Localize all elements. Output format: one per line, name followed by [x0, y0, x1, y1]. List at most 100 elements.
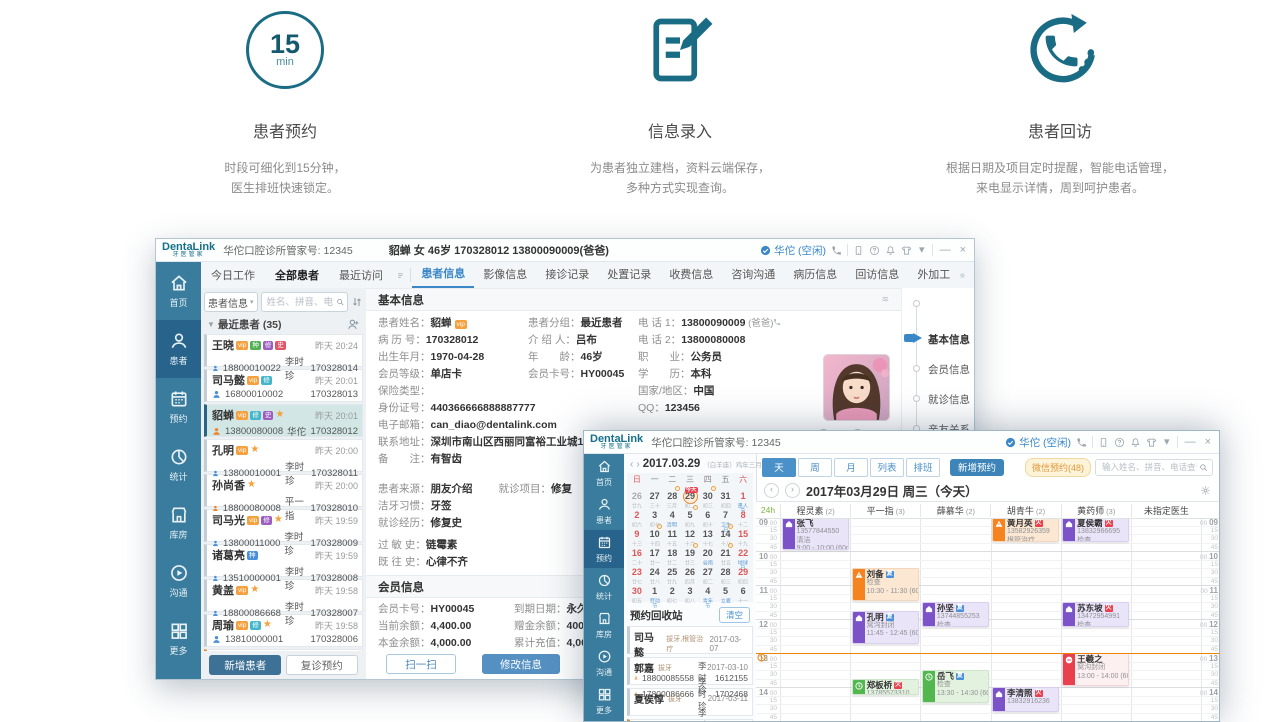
theme-shirt-icon[interactable] [901, 245, 912, 256]
dropdown-caret-icon[interactable]: ▾ [917, 245, 927, 256]
patient-search-input[interactable] [265, 296, 336, 309]
user-status[interactable]: 华佗 (空闲) [760, 243, 826, 258]
mini-calendar-day[interactable]: 16二十 [628, 543, 646, 562]
appointment-block[interactable]: 夏侯霸欠13832966695检查 [1062, 517, 1129, 542]
sidebar-item-chat[interactable]: 沟通 [156, 552, 201, 610]
wechat-appointment-badge[interactable]: 微信预约(48) [1025, 458, 1091, 477]
mini-calendar-day[interactable]: 28初三 [717, 562, 735, 581]
view-button-4[interactable]: 排班 [906, 458, 940, 477]
patient-list-item[interactable]: 王晓vip种修史昨天 20:2418800010022李时珍170328014 [204, 334, 363, 367]
calendar-search-input[interactable] [1100, 461, 1199, 473]
sidebar-item-user[interactable]: 患者 [156, 320, 201, 378]
doctor-column-header[interactable]: 未指定医生 [1131, 504, 1201, 517]
patient-tab-2[interactable]: 接诊记录 [536, 263, 598, 287]
patient-tab-0[interactable]: 患者信息 [412, 262, 474, 288]
menu-icon[interactable] [397, 270, 404, 281]
patient-tab-8[interactable]: 外加工 [908, 263, 959, 287]
search-icon[interactable] [336, 297, 344, 307]
appointment-block[interactable]: 孙坚复13744855253检查 [922, 602, 989, 627]
mini-calendar-day[interactable]: 24廿八 [646, 562, 664, 581]
mini-calendar-day[interactable]: 15十九 [734, 524, 752, 543]
sidebar-item-chat[interactable]: 沟通 [584, 644, 624, 682]
patient-tab-4[interactable]: 收费信息 [660, 263, 722, 287]
mini-calendar-day[interactable]: 21廿五 [717, 543, 735, 562]
revisit-appointment-button[interactable]: 复诊预约 [286, 655, 358, 675]
nav-tab-1[interactable]: 全部患者 [265, 267, 329, 283]
search-icon[interactable] [1199, 463, 1208, 472]
phone-icon[interactable] [831, 245, 842, 256]
view-button-2[interactable]: 月 [834, 458, 868, 477]
patient-list-item[interactable]: 黄盖vip★昨天 19:5818800086668李时珍170328007 [204, 579, 363, 612]
recycle-item[interactable]: 司马懿拔牙,根管治疗2017-03-0718800085558李时珍161215… [627, 626, 753, 654]
help-icon[interactable] [869, 245, 880, 256]
mini-calendar-day[interactable]: 3初八 [681, 581, 699, 600]
sidebar-item-user[interactable]: 患者 [584, 492, 624, 530]
nav-tab-2[interactable]: 最近访问 [329, 267, 393, 283]
mini-calendar-day[interactable]: 25廿九 [663, 562, 681, 581]
search-filter-select[interactable]: 患者信息▾ [204, 292, 258, 312]
notification-bell-icon[interactable] [1130, 437, 1141, 448]
appointment-block[interactable]: 王羲之窝沟封闭13:00 - 14:00 (60m) [1062, 653, 1129, 686]
patient-list-item[interactable]: 司马懿vip修昨天 20:0116800010002170328013 [204, 369, 363, 402]
view-button-1[interactable]: 周 [798, 458, 832, 477]
mini-calendar-day[interactable]: 29今天初二 [681, 486, 699, 505]
sidebar-item-pie[interactable]: 统计 [584, 568, 624, 606]
close-button[interactable]: × [958, 245, 968, 256]
patient-tab-1[interactable]: 影像信息 [474, 263, 536, 287]
dropdown-caret-icon[interactable]: ▾ [1162, 437, 1172, 448]
minimize-button[interactable]: — [938, 245, 953, 256]
mini-calendar-day[interactable]: 27初二 [699, 562, 717, 581]
mini-calendar-day[interactable]: 22地球日 [734, 543, 752, 562]
patient-avatar[interactable] [824, 355, 889, 420]
mini-calendar-day[interactable]: 1愚人节 [734, 486, 752, 505]
help-icon[interactable] [1114, 437, 1125, 448]
mini-calendar-day[interactable]: 1劳动节 [646, 581, 664, 600]
next-day-button[interactable]: › [785, 483, 800, 498]
mini-calendar-day[interactable]: 6十一 [734, 581, 752, 600]
mini-calendar-day[interactable]: 4青年节 [699, 581, 717, 600]
doctor-column-header[interactable]: 黄药师 (3) [1061, 504, 1131, 517]
doctor-column-header[interactable]: 胡青牛 (2) [990, 504, 1060, 517]
sidebar-item-store[interactable]: 库房 [584, 606, 624, 644]
appointment-block[interactable]: 张飞13577844550清洁9:00 - 10:00 (60m) [782, 517, 849, 550]
mini-calendar-day[interactable]: 20谷雨 [699, 543, 717, 562]
mini-calendar-day[interactable]: 4清明 [663, 505, 681, 524]
sidebar-item-cal[interactable]: 预约 [584, 530, 624, 568]
sidebar-item-store[interactable]: 库房 [156, 494, 201, 552]
mini-calendar-day[interactable]: 9十三 [628, 524, 646, 543]
appointment-block[interactable]: 孔明复窝沟封闭11:45 - 12:45 (60m) [852, 611, 919, 644]
mini-calendar-day[interactable]: 23廿七 [628, 562, 646, 581]
next-month-button[interactable]: › [636, 459, 639, 470]
mini-calendar-day[interactable]: 5立夏 [717, 581, 735, 600]
sidebar-item-home[interactable]: 首页 [156, 262, 201, 320]
mini-calendar-day[interactable]: 11十五 [663, 524, 681, 543]
prev-month-button[interactable]: ‹ [630, 459, 633, 470]
device-icon[interactable] [853, 245, 864, 256]
sidebar-item-grid[interactable]: 更多 [156, 610, 201, 668]
sidebar-item-grid[interactable]: 更多 [584, 682, 624, 720]
sidebar-item-pie[interactable]: 统计 [156, 436, 201, 494]
modify-info-button[interactable]: 修改信息 [482, 654, 560, 674]
mini-calendar-day[interactable]: 19廿三 [681, 543, 699, 562]
mini-calendar-day[interactable]: 31初四 [717, 486, 735, 505]
notification-bell-icon[interactable] [885, 245, 896, 256]
appointment-block[interactable]: 李清照欠13832916236 [992, 687, 1059, 712]
user-status[interactable]: 华佗 (空闲) [1005, 435, 1071, 450]
mini-calendar-day[interactable]: 14十八 [717, 524, 735, 543]
patient-tab-3[interactable]: 处置记录 [598, 263, 660, 287]
mini-calendar-day[interactable]: 6初十 [699, 505, 717, 524]
schedule-grid[interactable]: 09 0000 0915153030454510 0000 1015153030… [756, 517, 1219, 721]
close-button[interactable]: × [1203, 437, 1213, 448]
person-add-icon[interactable] [347, 318, 360, 331]
gear-icon[interactable] [1200, 485, 1211, 496]
nav-tab-0[interactable]: 今日工作 [201, 267, 265, 283]
mini-calendar-day[interactable]: 29初四 [734, 562, 752, 581]
clear-recycle-button[interactable]: 清空 [719, 607, 750, 623]
add-patient-button[interactable]: 新增患者 [209, 655, 281, 675]
mini-calendar-day[interactable]: 30初五 [628, 581, 646, 600]
mini-calendar-day[interactable]: 2初六 [628, 505, 646, 524]
mini-calendar-day[interactable]: 8十二 [734, 505, 752, 524]
new-appointment-button[interactable]: 新增预约 [950, 459, 1004, 476]
anchor-menu-item[interactable]: 会员信息 [928, 362, 970, 377]
mini-calendar-day[interactable]: 10十四 [646, 524, 664, 543]
